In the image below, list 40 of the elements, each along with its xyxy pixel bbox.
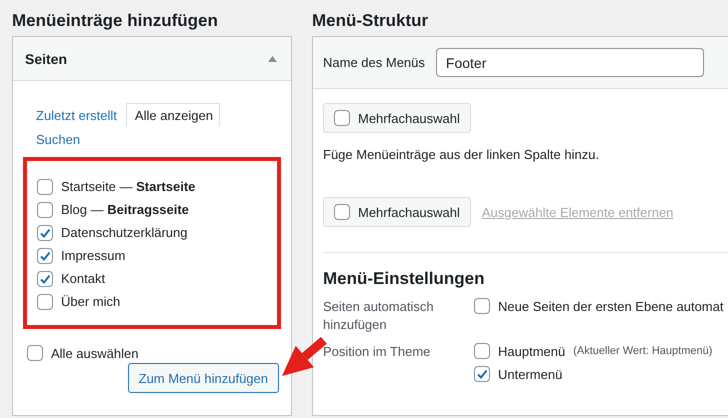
option-label: Untermenü [498,366,562,382]
hint-text: Füge Menüeinträge aus der linken Spalte hinzu. [323,147,600,162]
checkbox[interactable] [474,343,490,359]
section-heading: Menüeinträge hinzufügen [12,10,219,32]
setting-label: Position im Theme [323,343,432,361]
select-all-label: Alle auswählen [51,346,138,360]
checkbox[interactable] [334,204,350,220]
page-label: Datenschutzerklärung [61,225,188,240]
tab[interactable]: Alle anzeigen [126,103,220,127]
panel-header[interactable]: Seiten [13,37,291,81]
collapse-toggle-icon[interactable] [268,56,277,62]
checkbox[interactable] [27,345,43,361]
setting-label: Seiten automatisch hinzufügen [323,298,435,334]
page-label: Impressum [61,248,126,263]
checkbox[interactable] [37,224,53,240]
page-label: Über mich [61,294,120,309]
checkbox[interactable] [474,366,490,382]
option-note: (Aktueller Wert: Hauptmenü) [573,345,712,357]
bulk-select-button[interactable]: Mehrfachauswahl [323,103,471,133]
option-label: Neue Seiten der ersten Ebene automat [498,298,724,314]
menu-name-field[interactable]: Footer [436,48,704,77]
page-label: Startseite — Startseite [61,179,196,194]
checkbox[interactable] [37,178,53,194]
page-label: Blog — Beitragsseite [61,202,189,217]
tab[interactable]: Suchen [34,127,90,151]
checkbox[interactable] [37,202,53,218]
section-heading: Menü-Struktur [312,10,430,32]
checkbox[interactable] [37,270,53,286]
option-label: Hauptmenü [498,344,566,358]
checkbox[interactable] [474,298,490,314]
checkbox[interactable] [37,248,53,264]
add-to-menu-button[interactable]: Zum Menü hinzufügen [128,363,279,393]
tab[interactable]: Zuletzt erstellt [34,103,126,127]
checkbox[interactable] [334,110,350,126]
page-label: Kontakt [61,271,106,286]
bulk-select-button[interactable]: Mehrfachauswahl [323,197,471,227]
checkbox[interactable] [37,294,53,310]
menu-name-label: Name des Menüs [323,55,425,70]
settings-heading: Menü-Einstellungen [323,269,486,289]
panel-title: Seiten [25,50,68,66]
